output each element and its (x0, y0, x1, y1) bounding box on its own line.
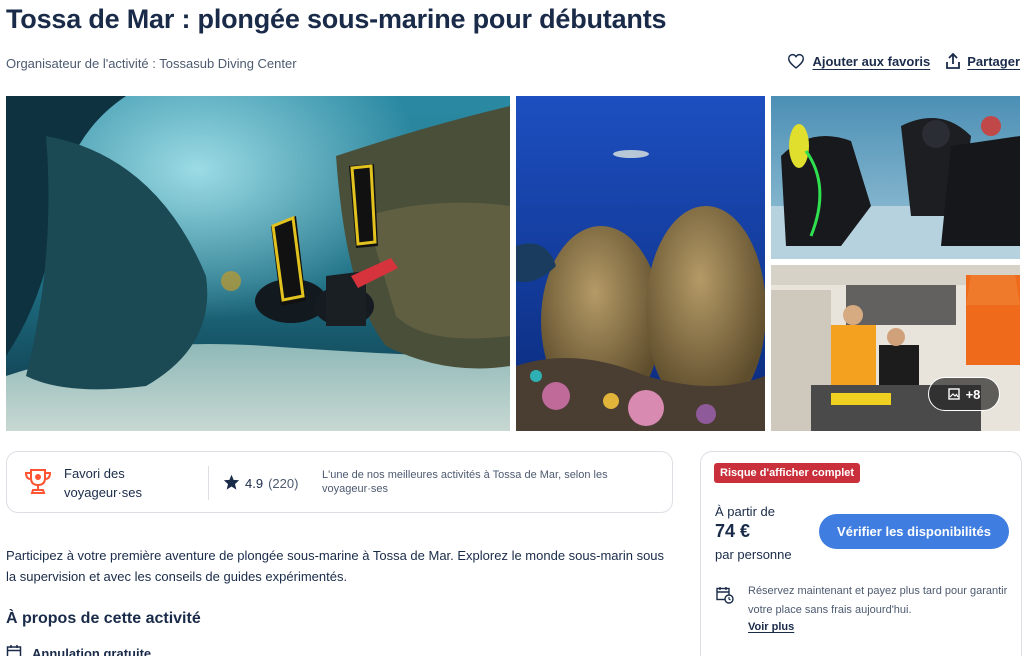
calendar-clock-icon (716, 586, 734, 609)
calendar-icon (6, 644, 22, 656)
traveler-favorite-label: Favori des voyageur·ses (64, 466, 143, 500)
activity-description: Participez à votre première aventure de … (6, 548, 665, 584)
highlights-divider (208, 466, 209, 500)
price-from-label: À partir de (715, 504, 775, 519)
review-count: (220) (268, 476, 299, 491)
sell-out-risk-badge: Risque d'afficher complet (714, 463, 861, 483)
reserve-now-pay-later-text: Réservez maintenant et payez plus tard p… (748, 585, 1008, 616)
more-photos-count: +8 (965, 386, 981, 402)
photo-icon (947, 388, 960, 400)
about-heading: À propos de cette activité (6, 610, 201, 627)
photo-gallery: +8 (6, 96, 1020, 431)
gallery-photo-shop[interactable]: +8 (771, 265, 1020, 431)
header-actions: Ajouter aux favoris Partager (787, 53, 1020, 69)
star-icon (223, 474, 240, 493)
share-button[interactable]: Partager (946, 53, 1020, 69)
booking-panel: Risque d'afficher complet À partir de 74… (700, 451, 1022, 656)
see-more-link[interactable]: Voir plus (748, 621, 794, 633)
more-photos-button[interactable]: +8 (928, 377, 1000, 411)
free-cancellation-item: Annulation gratuite (6, 644, 151, 656)
share-label: Partager (967, 53, 1020, 69)
page-title: Tossa de Mar : plongée sous-marine pour … (6, 4, 667, 34)
add-to-favorites-label: Ajouter aux favoris (812, 53, 931, 69)
trophy-icon (22, 466, 54, 503)
share-icon (946, 53, 961, 69)
heart-icon (787, 53, 805, 69)
gallery-photo-main[interactable] (6, 96, 510, 431)
rating-score: 4.9 (245, 476, 264, 491)
check-availability-button[interactable]: Vérifier les disponibilités (819, 514, 1009, 549)
rating[interactable]: 4.9 (220) (223, 474, 298, 493)
organizer-line: Organisateur de l'activité : Tossasub Di… (6, 56, 297, 71)
free-cancellation-label: Annulation gratuite (32, 646, 152, 656)
best-activity-text: L'une de nos meilleures activités à Toss… (322, 469, 608, 495)
gallery-photo-reef[interactable] (516, 96, 765, 431)
add-to-favorites-button[interactable]: Ajouter aux favoris (787, 53, 930, 69)
gallery-photo-divers[interactable] (771, 96, 1020, 259)
price-value: 74 € (715, 521, 751, 541)
highlights-bar: Favori des voyageur·ses 4.9 (220) L'une … (6, 451, 673, 513)
per-person-label: par personne (715, 547, 792, 562)
